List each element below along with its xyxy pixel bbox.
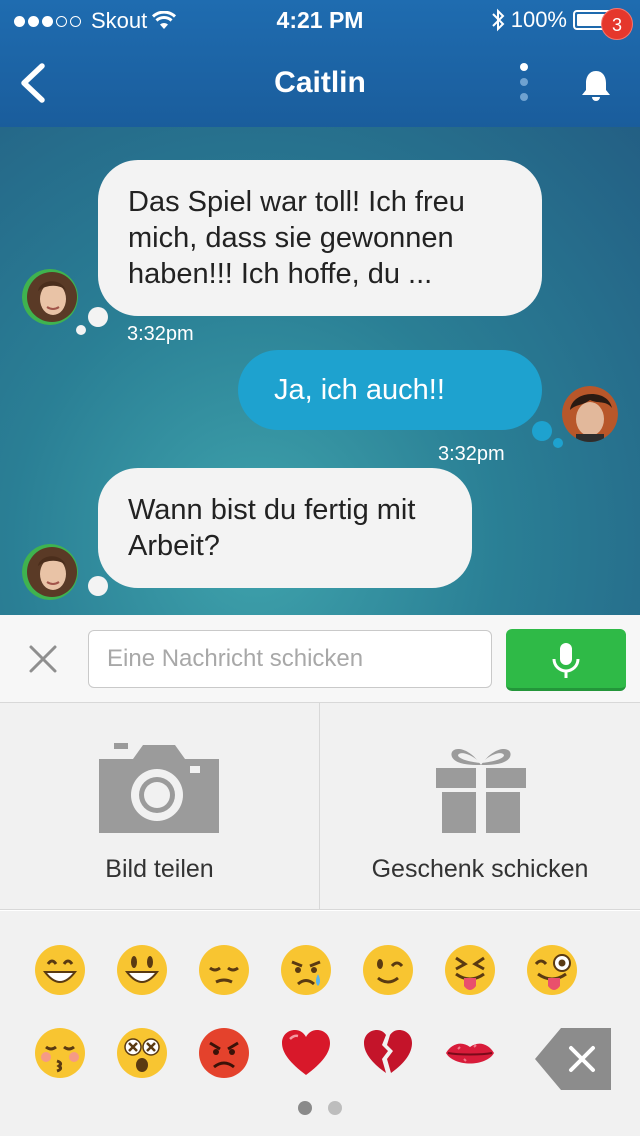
message-text: Wann bist du fertig mit Arbeit? — [128, 494, 416, 562]
grinning-face-icon[interactable] — [34, 944, 86, 996]
gift-icon — [436, 748, 526, 833]
bubble-tail-dot — [88, 307, 108, 327]
angry-face-icon[interactable] — [198, 1027, 250, 1079]
share-photo-label: Bild teilen — [105, 855, 214, 883]
voice-message-button[interactable] — [506, 629, 626, 691]
top-bar: Skout 4:21 PM 100% Caitlin 3 — [0, 0, 640, 127]
send-gift-label: Geschenk schicken — [371, 855, 589, 883]
close-icon[interactable] — [26, 642, 60, 676]
battery-percent: 100% — [510, 7, 567, 32]
winking-face-icon[interactable] — [362, 944, 414, 996]
notification-badge: 3 — [601, 8, 633, 40]
bubble-tail-dot — [553, 438, 563, 448]
message-timestamp: 3:32pm — [127, 323, 194, 345]
chat-title: Caitlin — [274, 66, 366, 99]
page-dot — [328, 1101, 342, 1115]
emoji-keyboard — [0, 911, 640, 1136]
dizzy-face-icon[interactable] — [116, 1027, 168, 1079]
share-photo-button[interactable]: Bild teilen — [0, 703, 320, 910]
crying-face-icon[interactable] — [280, 944, 332, 996]
squinting-tongue-face-icon[interactable] — [444, 944, 496, 996]
send-gift-button[interactable]: Geschenk schicken — [320, 703, 640, 910]
attachment-actions: Bild teilen Geschenk schicken — [0, 703, 640, 910]
bubble-tail-dot — [88, 576, 108, 596]
message-bubble-outgoing[interactable]: Ja, ich auch!! — [238, 350, 542, 430]
pensive-face-icon[interactable] — [198, 944, 250, 996]
nav-bar: Caitlin 3 — [0, 8, 640, 127]
winking-tongue-face-icon[interactable] — [526, 944, 578, 996]
bubble-tail-dot — [76, 325, 86, 335]
avatar-user[interactable] — [562, 386, 618, 442]
smiley-face-icon[interactable] — [116, 944, 168, 996]
bluetooth-icon — [492, 8, 505, 32]
bubble-tail-dot — [532, 421, 552, 441]
more-options-icon[interactable] — [514, 60, 534, 104]
backspace-key-icon[interactable] — [535, 1028, 611, 1090]
red-heart-icon[interactable] — [280, 1027, 332, 1079]
kissing-closed-eyes-face-icon[interactable] — [34, 1027, 86, 1079]
chat-area[interactable]: Das Spiel war toll! Ich freu mich, dass … — [0, 127, 640, 615]
page-dot-active — [298, 1101, 312, 1115]
emoji-page-indicator[interactable] — [0, 1101, 640, 1115]
notification-bell-icon[interactable] — [578, 68, 614, 104]
message-input[interactable] — [88, 630, 492, 688]
avatar-caitlin[interactable] — [22, 269, 78, 325]
broken-heart-icon[interactable] — [362, 1027, 414, 1079]
status-bar: Skout 4:21 PM 100% — [0, 0, 640, 40]
kiss-lips-icon[interactable] — [444, 1027, 496, 1079]
composer-bar — [0, 615, 640, 703]
message-timestamp: 3:32pm — [438, 443, 505, 465]
microphone-icon — [552, 643, 580, 678]
avatar-caitlin[interactable] — [22, 544, 78, 600]
message-bubble-incoming[interactable]: Das Spiel war toll! Ich freu mich, dass … — [98, 160, 542, 316]
message-text: Das Spiel war toll! Ich freu mich, dass … — [128, 186, 465, 290]
message-bubble-incoming[interactable]: Wann bist du fertig mit Arbeit? — [98, 468, 472, 588]
camera-icon — [99, 743, 219, 833]
message-text: Ja, ich auch!! — [274, 374, 445, 406]
